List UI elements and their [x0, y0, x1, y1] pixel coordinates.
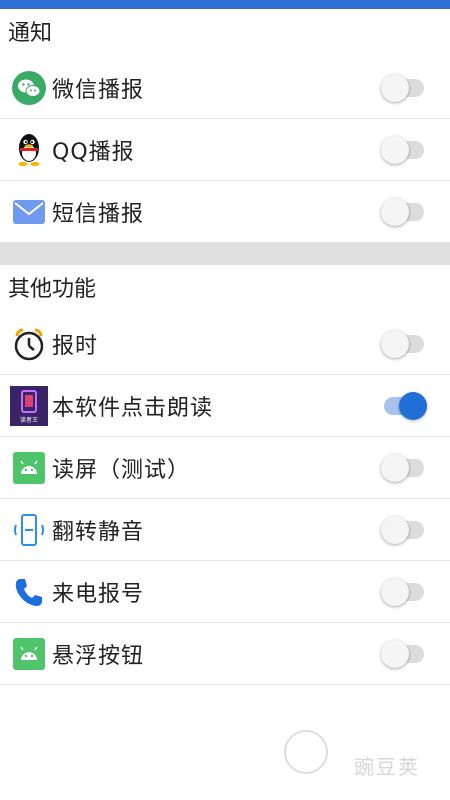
section-title-notify: 通知: [8, 21, 53, 46]
watermark-text: 豌豆荚: [354, 755, 420, 779]
toggle-switch[interactable]: [381, 639, 424, 668]
toggle-switch[interactable]: [381, 197, 424, 226]
status-bar: [0, 0, 450, 9]
envelope-icon: [12, 195, 46, 229]
setting-label: 悬浮按钮: [52, 643, 145, 669]
toggle-knob: [381, 329, 409, 358]
section-title-other: 其他功能: [8, 277, 97, 302]
toggle-switch[interactable]: [381, 329, 424, 358]
app-logo-icon: 读者王: [10, 385, 48, 426]
setting-row-qq[interactable]: QQ播报: [0, 119, 450, 181]
setting-row-wechat[interactable]: 微信播报: [0, 57, 450, 119]
android-icon: [12, 451, 46, 485]
toggle-knob: [381, 577, 409, 606]
toggle-switch[interactable]: [381, 515, 424, 544]
android-icon: [12, 637, 46, 671]
setting-row-caller-announce[interactable]: 来电报号: [0, 561, 450, 623]
svg-text:读者王: 读者王: [20, 416, 38, 424]
toggle-knob: [381, 73, 409, 102]
setting-label: 短信播报: [52, 201, 145, 227]
toggle-knob: [381, 639, 409, 668]
setting-row-time-announce[interactable]: 报时: [0, 313, 450, 375]
setting-label: 微信播报: [52, 77, 145, 103]
watermark-logo-icon: [284, 730, 328, 774]
toggle-switch[interactable]: [381, 577, 424, 606]
toggle-switch[interactable]: [381, 135, 424, 164]
wechat-icon: [12, 70, 46, 105]
setting-row-float-button[interactable]: 悬浮按钮: [0, 623, 450, 685]
setting-row-click-read[interactable]: 读者王 本软件点击朗读: [0, 375, 450, 437]
toggle-switch[interactable]: [384, 391, 427, 420]
setting-row-screen-read[interactable]: 读屏（测试）: [0, 437, 450, 499]
setting-row-sms[interactable]: 短信播报: [0, 181, 450, 243]
phone-rotate-icon: [12, 513, 46, 547]
setting-label: 读屏（测试）: [52, 457, 191, 483]
toggle-knob: [381, 515, 409, 544]
setting-label: 翻转静音: [52, 519, 145, 545]
qq-penguin-icon: [12, 133, 46, 167]
alarm-clock-icon: [12, 327, 46, 361]
section-divider: [0, 242, 450, 265]
toggle-knob: [381, 197, 409, 226]
toggle-switch[interactable]: [381, 453, 424, 482]
setting-label: 本软件点击朗读: [52, 395, 214, 421]
phone-icon: [12, 575, 46, 609]
toggle-knob: [381, 453, 409, 482]
setting-label: 报时: [52, 333, 99, 359]
toggle-switch[interactable]: [381, 73, 424, 102]
setting-label: QQ播报: [52, 139, 135, 165]
toggle-knob: [399, 391, 427, 420]
toggle-knob: [381, 135, 409, 164]
setting-row-flip-mute[interactable]: 翻转静音: [0, 499, 450, 561]
setting-label: 来电报号: [52, 581, 145, 607]
